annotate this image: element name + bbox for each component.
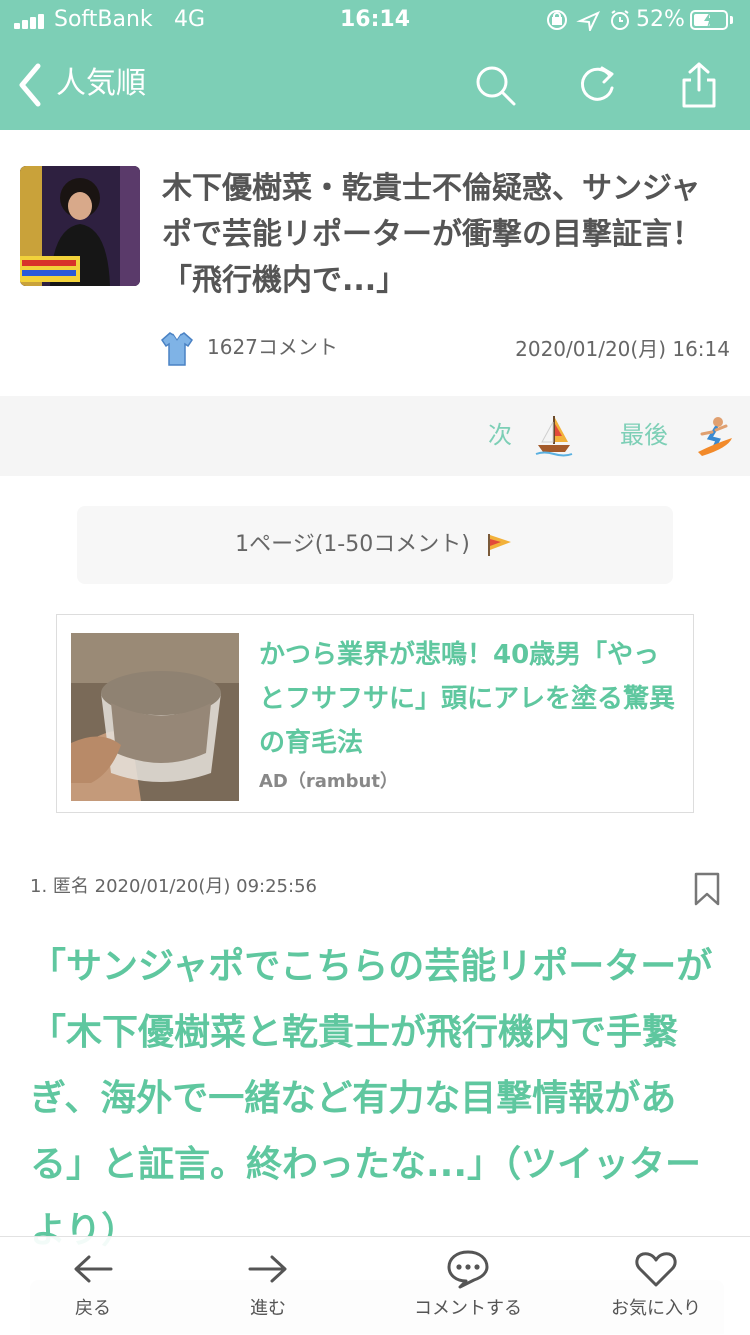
back-button-label[interactable]: 人気順 <box>56 64 146 104</box>
sailboat-icon[interactable] <box>534 414 574 458</box>
share-icon[interactable] <box>674 60 724 110</box>
ad-card[interactable]: かつら業界が悲鳴！40歳男「やっとフサフサに」頭にアレを塗る驚異の育毛法 AD（… <box>56 614 694 813</box>
battery-icon <box>690 10 728 30</box>
search-icon[interactable] <box>470 60 520 110</box>
heart-icon <box>635 1252 677 1287</box>
tab-forward-label: 進む <box>250 1298 286 1319</box>
arrow-left-icon <box>74 1255 113 1283</box>
ad-title[interactable]: かつら業界が悲鳴！40歳男「やっとフサフサに」頭にアレを塗る驚異の育毛法 <box>259 633 679 765</box>
page-indicator[interactable]: 1ページ(1-50コメント) <box>77 506 673 584</box>
article-thumbnail[interactable] <box>20 166 140 286</box>
tab-favorite-label: お気に入り <box>611 1298 701 1319</box>
alarm-icon <box>611 10 629 30</box>
comment-count: 1627コメント <box>207 335 338 359</box>
arrow-right-icon <box>248 1255 287 1283</box>
speech-bubble-icon <box>447 1250 489 1289</box>
ad-source: AD（rambut） <box>259 771 398 792</box>
tab-forward[interactable]: 進む <box>218 1237 318 1335</box>
nav-bar: 人気順 <box>0 40 750 130</box>
pager-bar: 次 最後 <box>0 396 750 476</box>
thumbnail-image <box>20 166 140 286</box>
page-indicator-label: 1ページ(1-50コメント) <box>77 530 673 560</box>
location-arrow-icon <box>576 10 601 31</box>
flag-icon <box>487 534 511 556</box>
bottom-tab-bar: 戻る 進む コメントする お気に入り <box>0 1236 750 1335</box>
lock-rotation-icon <box>547 10 567 30</box>
battery-percent: 52% <box>636 7 685 32</box>
shirt-icon <box>161 332 193 366</box>
status-icons <box>547 10 629 31</box>
refresh-icon[interactable] <box>572 60 622 110</box>
tab-comment[interactable]: コメントする <box>398 1237 538 1335</box>
ad-image <box>71 633 239 801</box>
bookmark-icon[interactable] <box>694 872 720 906</box>
tab-comment-label: コメントする <box>414 1298 522 1319</box>
battery-tip <box>730 16 733 24</box>
article-timestamp: 2020/01/20(月) 16:14 <box>515 337 730 361</box>
article-title[interactable]: 木下優樹菜・乾貴士不倫疑惑、サンジャポで芸能リポーターが衝撃の目撃証言！「飛行機… <box>162 166 722 304</box>
last-page-button[interactable]: 最後 <box>620 420 668 450</box>
comment-body: 「サンジャポでこちらの芸能リポーターが「木下優樹菜と乾貴士が飛行機内で手繋ぎ、海… <box>30 946 713 1251</box>
tab-back-label: 戻る <box>75 1298 111 1319</box>
surfer-icon[interactable] <box>694 414 734 458</box>
back-chevron-icon[interactable] <box>14 60 44 110</box>
tab-favorite[interactable]: お気に入り <box>596 1237 716 1335</box>
tab-back[interactable]: 戻る <box>43 1237 143 1335</box>
page-indicator-text: 1ページ(1-50コメント) <box>235 532 470 557</box>
next-page-button[interactable]: 次 <box>488 420 512 450</box>
status-bar: SoftBank 4G 16:14 52% <box>0 0 750 40</box>
comment-meta: 1. 匿名 2020/01/20(月) 09:25:56 <box>30 876 317 897</box>
